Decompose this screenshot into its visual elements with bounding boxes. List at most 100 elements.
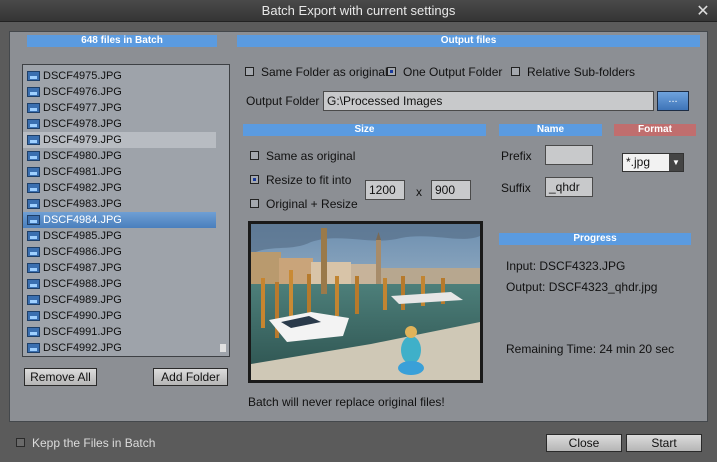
chevron-down-icon[interactable]: ▼ <box>669 154 683 171</box>
list-item[interactable]: DSCF4986.JPG <box>23 244 216 260</box>
list-item[interactable]: DSCF4988.JPG <box>23 276 216 292</box>
checkbox[interactable] <box>250 151 259 160</box>
checkbox[interactable] <box>250 199 259 208</box>
name-header: Name <box>499 124 602 136</box>
file-name: DSCF4978.JPG <box>43 118 122 130</box>
prefix-label: Prefix <box>501 149 532 163</box>
original-plus-resize-option[interactable]: Original + Resize <box>250 197 358 211</box>
checkbox[interactable] <box>511 67 520 76</box>
scrollbar[interactable] <box>220 67 227 354</box>
image-file-icon <box>27 343 40 353</box>
file-name: DSCF4976.JPG <box>43 86 122 98</box>
start-button[interactable]: Start <box>626 434 702 452</box>
add-folder-button[interactable]: Add Folder <box>153 368 228 386</box>
image-file-icon <box>27 71 40 81</box>
remaining-time: Remaining Time: 24 min 20 sec <box>506 342 675 356</box>
scrollbar-thumb[interactable] <box>220 344 226 352</box>
image-file-icon <box>27 215 40 225</box>
remove-all-button[interactable]: Remove All <box>24 368 97 386</box>
browse-button[interactable]: ... <box>657 91 689 111</box>
image-file-icon <box>27 231 40 241</box>
list-item[interactable]: DSCF4976.JPG <box>23 84 216 100</box>
list-item[interactable]: DSCF4983.JPG <box>23 196 216 212</box>
prefix-input[interactable] <box>545 145 593 165</box>
list-item[interactable]: DSCF4987.JPG <box>23 260 216 276</box>
checkbox[interactable] <box>250 175 259 184</box>
list-item[interactable]: DSCF4977.JPG <box>23 100 216 116</box>
image-file-icon <box>27 103 40 113</box>
file-name: DSCF4983.JPG <box>43 198 122 210</box>
option-label: Same Folder as original <box>261 65 388 79</box>
close-icon[interactable]: ✕ <box>695 1 711 21</box>
file-name: DSCF4984.JPG <box>43 214 122 226</box>
option-label: Same as original <box>266 149 356 163</box>
list-item[interactable]: DSCF4990.JPG <box>23 308 216 324</box>
image-file-icon <box>27 247 40 257</box>
size-header: Size <box>243 124 486 136</box>
file-name: DSCF4982.JPG <box>43 182 122 194</box>
progress-header: Progress <box>499 233 691 245</box>
file-name: DSCF4989.JPG <box>43 294 122 306</box>
output-folder-label: Output Folder <box>246 94 320 108</box>
replace-notice: Batch will never replace original files! <box>248 395 445 409</box>
file-name: DSCF4980.JPG <box>43 150 122 162</box>
window-title: Batch Export with current settings <box>261 3 456 18</box>
image-file-icon <box>27 167 40 177</box>
list-item[interactable]: DSCF4985.JPG <box>23 228 216 244</box>
list-item[interactable]: DSCF4982.JPG <box>23 180 216 196</box>
list-item[interactable]: DSCF4991.JPG <box>23 324 216 340</box>
list-item[interactable]: DSCF4980.JPG <box>23 148 216 164</box>
file-name: DSCF4979.JPG <box>43 134 122 146</box>
suffix-label: Suffix <box>501 181 531 195</box>
image-file-icon <box>27 263 40 273</box>
size-separator: x <box>416 185 422 199</box>
list-item[interactable]: DSCF4984.JPG <box>23 212 216 228</box>
image-file-icon <box>27 199 40 209</box>
same-as-original-option[interactable]: Same as original <box>250 149 355 163</box>
progress-output: Output: DSCF4323_qhdr.jpg <box>506 280 658 294</box>
option-label: Original + Resize <box>266 197 358 211</box>
suffix-input[interactable]: _qhdr <box>545 177 593 197</box>
format-header: Format <box>614 124 696 136</box>
keep-files-option[interactable]: Kepp the Files in Batch <box>16 436 155 450</box>
footer: Kepp the Files in Batch Close Start <box>0 422 717 462</box>
progress-input: Input: DSCF4323.JPG <box>506 259 626 273</box>
file-name: DSCF4977.JPG <box>43 102 122 114</box>
list-item[interactable]: DSCF4992.JPG <box>23 340 216 356</box>
list-item[interactable]: DSCF4979.JPG <box>23 132 216 148</box>
one-output-folder-option[interactable]: One Output Folder <box>387 65 502 79</box>
height-input[interactable]: 900 <box>431 180 471 200</box>
file-name: DSCF4987.JPG <box>43 262 122 274</box>
main-panel: 648 files in Batch DSCF4975.JPG DSCF4976.… <box>9 31 708 422</box>
list-item[interactable]: DSCF4978.JPG <box>23 116 216 132</box>
resize-to-fit-option[interactable]: Resize to fit into <box>250 173 351 187</box>
same-folder-option[interactable]: Same Folder as original <box>245 65 388 79</box>
checkbox[interactable] <box>387 67 396 76</box>
image-file-icon <box>27 183 40 193</box>
image-file-icon <box>27 87 40 97</box>
venice-photo <box>251 224 480 380</box>
output-header: Output files <box>237 35 700 47</box>
relative-subfolders-option[interactable]: Relative Sub-folders <box>511 65 635 79</box>
list-item[interactable]: DSCF4989.JPG <box>23 292 216 308</box>
file-name: DSCF4975.JPG <box>43 70 122 82</box>
close-button[interactable]: Close <box>546 434 622 452</box>
width-input[interactable]: 1200 <box>365 180 405 200</box>
file-name: DSCF4986.JPG <box>43 246 122 258</box>
title-bar: Batch Export with current settings ✕ <box>0 0 717 22</box>
dialog-body: 648 files in Batch DSCF4975.JPG DSCF4976.… <box>0 22 717 462</box>
image-file-icon <box>27 327 40 337</box>
checkbox[interactable] <box>245 67 254 76</box>
checkbox[interactable] <box>16 438 25 447</box>
option-label: One Output Folder <box>403 65 503 79</box>
list-item[interactable]: DSCF4975.JPG <box>23 68 216 84</box>
file-name: DSCF4992.JPG <box>43 342 122 354</box>
format-select[interactable]: *.jpg ▼ <box>622 153 684 172</box>
image-file-icon <box>27 151 40 161</box>
output-folder-input[interactable]: G:\Processed Images <box>323 91 654 111</box>
image-file-icon <box>27 119 40 129</box>
list-item[interactable]: DSCF4981.JPG <box>23 164 216 180</box>
file-list[interactable]: DSCF4975.JPG DSCF4976.JPG DSCF4977.JPG DSCF… <box>22 64 230 357</box>
format-value: *.jpg <box>626 155 651 169</box>
file-name: DSCF4981.JPG <box>43 166 122 178</box>
